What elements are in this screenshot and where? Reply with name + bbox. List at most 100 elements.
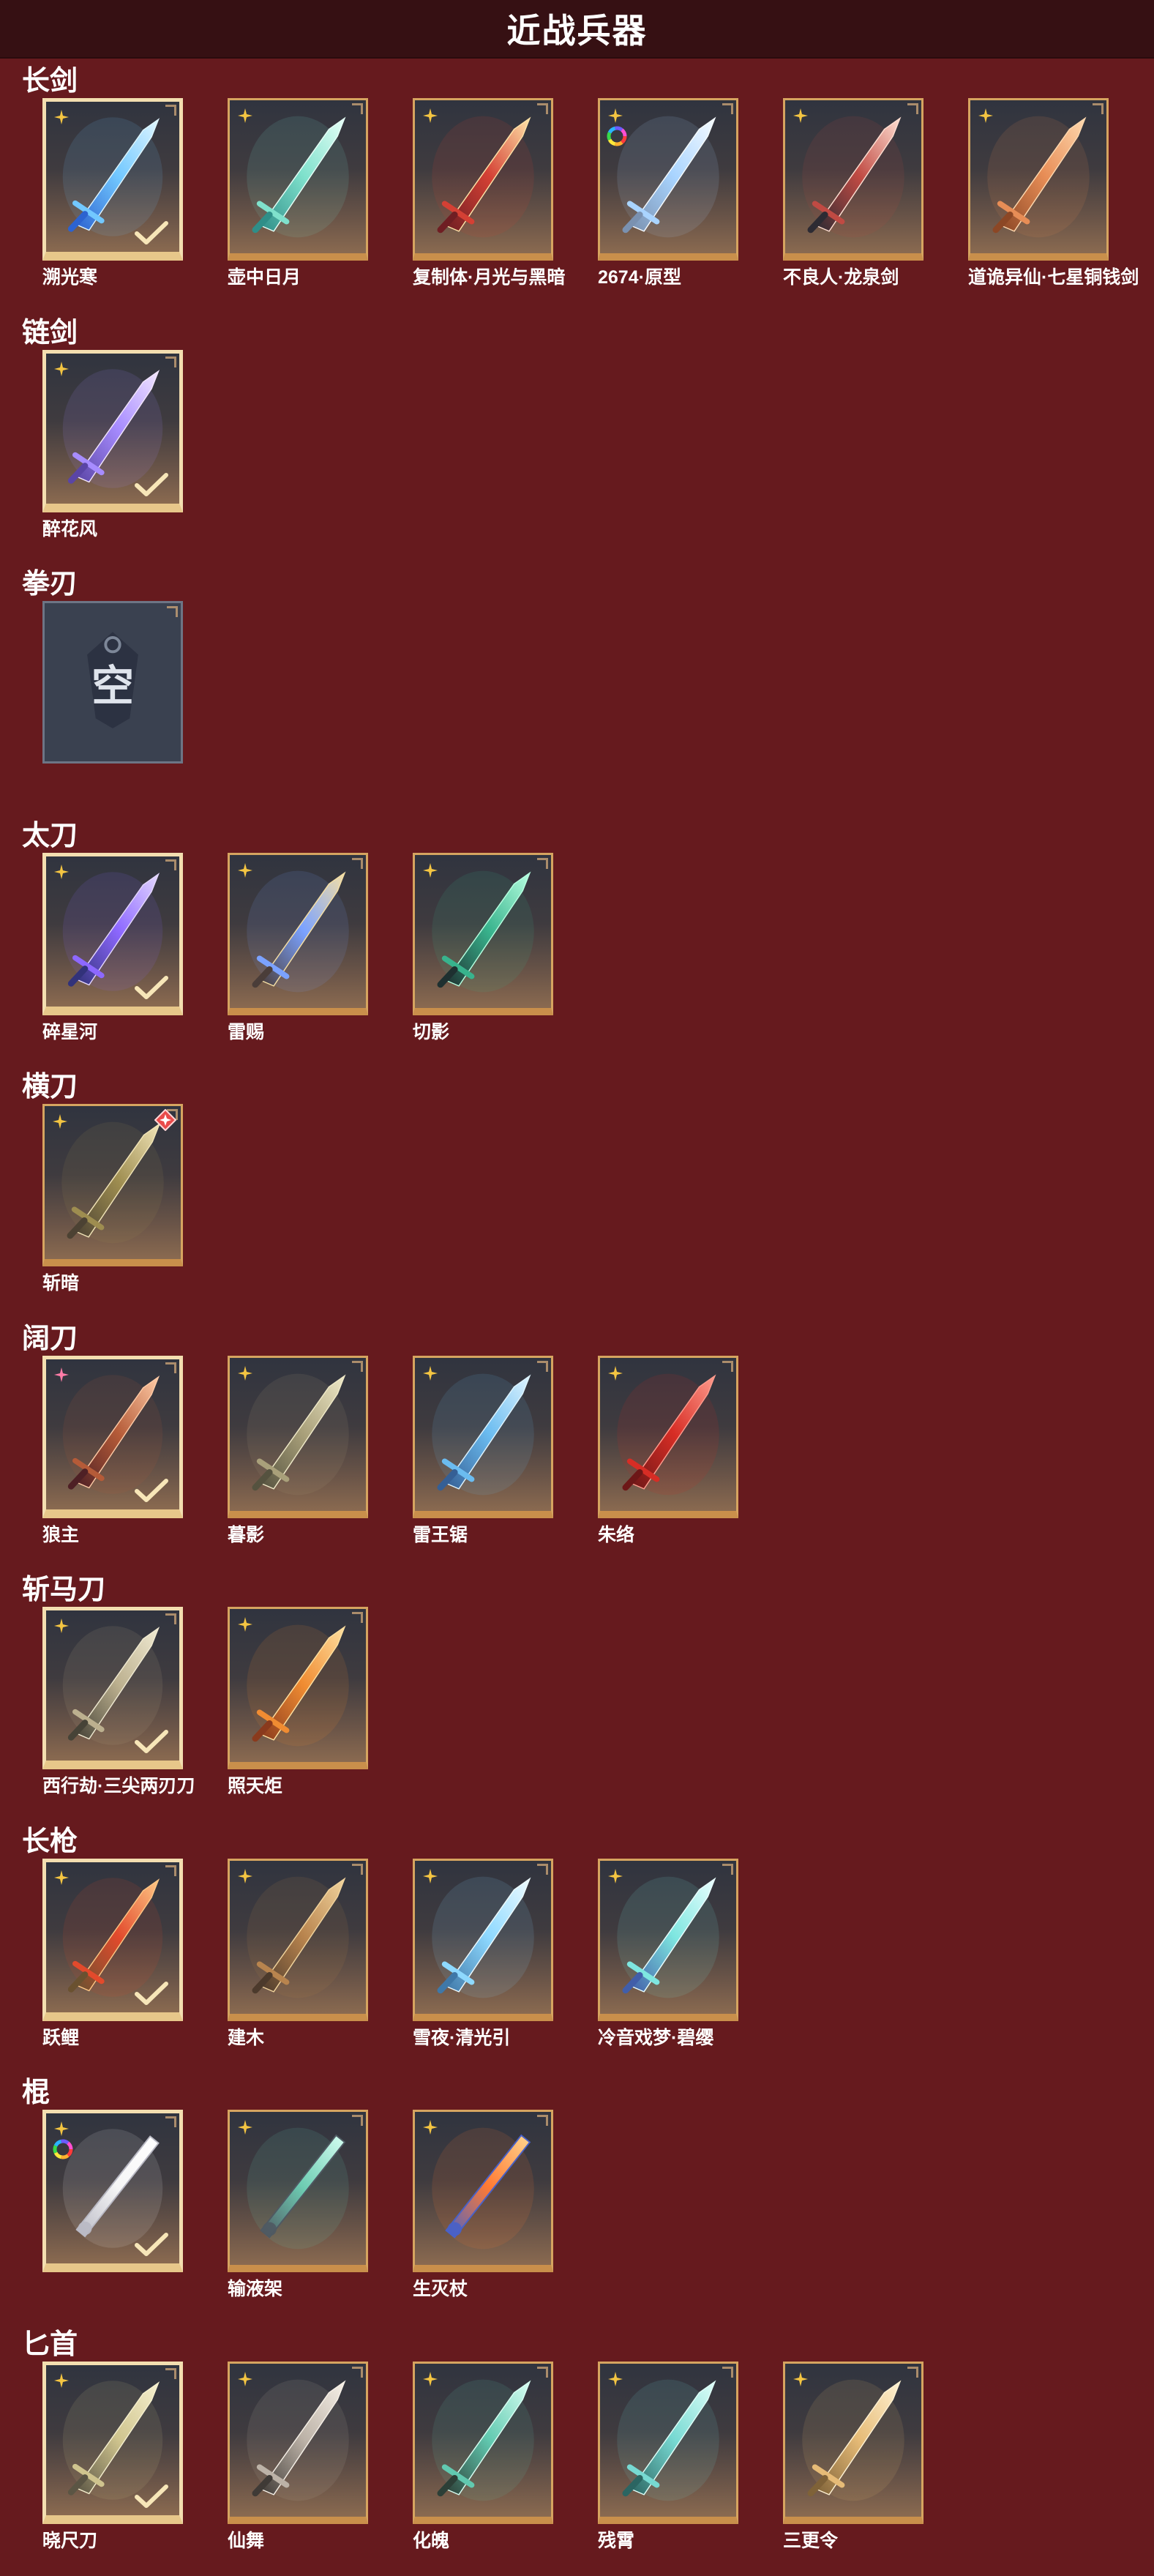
weapon-card[interactable]	[968, 98, 1109, 261]
weapon-name: 照天炬	[228, 1776, 283, 1796]
rainbow-ring-segment	[621, 128, 627, 137]
weapon-item[interactable]: 雪夜·清光引	[413, 1858, 553, 2049]
weapon-item[interactable]: 斩暗	[42, 1104, 183, 1294]
weapon-card[interactable]	[598, 2361, 738, 2524]
weapon-card[interactable]	[598, 1355, 738, 1518]
quality-star-icon	[608, 108, 623, 123]
weapon-item[interactable]: 壶中日月	[228, 98, 368, 288]
weapon-item[interactable]: 残霄	[598, 2361, 738, 2552]
weapon-item[interactable]: 2674·原型	[598, 98, 738, 288]
equipped-check-icon	[135, 472, 168, 496]
weapon-card[interactable]	[42, 98, 183, 261]
weapon-item[interactable]: 照天炬	[228, 1607, 368, 1797]
weapon-card[interactable]	[598, 98, 738, 261]
weapon-card[interactable]	[783, 98, 923, 261]
weapon-item[interactable]: 朱络	[598, 1355, 738, 1546]
rainbow-ring-icon	[53, 2139, 73, 2159]
weapon-item[interactable]: 化魄	[413, 2361, 553, 2552]
weapon-card[interactable]	[228, 2110, 368, 2272]
weapon-name: 切影	[413, 1021, 450, 1042]
weapon-card[interactable]	[228, 1355, 368, 1518]
weapon-item[interactable]: 溯光寒	[42, 98, 183, 288]
quality-star-shape	[238, 2371, 252, 2386]
weapon-card[interactable]	[598, 1858, 738, 2021]
weapon-item-row: 溯光寒 壶中日月 复制体·月光与黑暗 2674·原型 不良人·龙泉剑 道诡异仙·七星铜钱剑	[0, 98, 1154, 288]
weapon-card[interactable]	[228, 1858, 368, 2021]
weapon-item[interactable]: 复制体·月光与黑暗	[413, 98, 565, 288]
weapon-item[interactable]: 晓尺刀	[42, 2361, 183, 2552]
weapon-item[interactable]: 道诡异仙·七星铜钱剑	[968, 98, 1139, 288]
weapon-item[interactable]: 醉花风	[42, 349, 183, 540]
weapon-item[interactable]	[42, 2110, 183, 2300]
weapon-item[interactable]: 碎星河	[42, 852, 183, 1043]
rainbow-ring-segment	[607, 138, 616, 146]
weapon-card[interactable]	[783, 2361, 923, 2524]
weapon-item[interactable]: 冷音戏梦·碧缨	[598, 1858, 738, 2049]
weapon-name: 壶中日月	[228, 267, 301, 288]
weapon-name: 醉花风	[42, 518, 98, 540]
weapon-item[interactable]: 西行劫·三尖两刃刀	[42, 1607, 195, 1797]
weapon-item[interactable]: 切影	[413, 852, 553, 1043]
quality-star-shape	[54, 1619, 69, 1633]
weapon-card[interactable]	[42, 349, 183, 512]
weapon-item[interactable]: 雷王锯	[413, 1355, 553, 1546]
weapon-item[interactable]: 雷赐	[228, 852, 368, 1043]
quality-star-shape	[423, 1868, 438, 1884]
weapon-card[interactable]	[413, 1355, 553, 1518]
quality-star-icon	[793, 108, 808, 123]
rainbow-ring-segment	[53, 2145, 58, 2154]
weapon-item[interactable]: 跃鲤	[42, 1858, 183, 2049]
weapon-item[interactable]: 空	[42, 601, 183, 764]
weapon-item[interactable]: 暮影	[228, 1355, 368, 1546]
weapon-category-section: 横刀 斩暗	[0, 1064, 1154, 1316]
weapon-item[interactable]: 建木	[228, 1858, 368, 2049]
equipped-check-icon	[135, 221, 168, 244]
weapon-card[interactable]	[42, 1104, 183, 1266]
equipped-check-icon	[135, 1730, 168, 1753]
quality-star-shape	[54, 1367, 69, 1382]
weapon-item[interactable]: 三更令	[783, 2361, 923, 2552]
weapon-item-row: 西行劫·三尖两刃刀 照天炬	[0, 1607, 1154, 1797]
weapon-item-row: 醉花风	[0, 349, 1154, 540]
empty-slot-center: 空	[45, 603, 181, 761]
weapon-item[interactable]: 狼主	[42, 1355, 183, 1546]
weapon-card[interactable]	[42, 1355, 183, 1518]
weapon-item[interactable]: 仙舞	[228, 2361, 368, 2552]
quality-star-icon	[54, 110, 69, 124]
weapon-collection-page: 近战兵器 长剑 溯光寒 壶中日月 复制体·月光与黑暗 2674·原型 不良人·龙泉剑 道诡异…	[0, 0, 1154, 2576]
weapon-card[interactable]	[42, 852, 183, 1015]
weapon-card[interactable]	[42, 1858, 183, 2021]
category-title: 匕首	[22, 2329, 78, 2360]
weapon-card[interactable]	[413, 2361, 553, 2524]
weapon-name: 狼主	[42, 1524, 80, 1545]
weapon-card[interactable]	[42, 2110, 183, 2272]
weapon-category-section: 匕首晓尺刀 仙舞 化魄 残霄 三更令	[0, 2322, 1154, 2574]
weapon-item-row: 空	[0, 601, 1154, 764]
rainbow-ring-segment	[53, 2151, 62, 2159]
weapon-card[interactable]	[228, 1607, 368, 1769]
weapon-item[interactable]: 生灭杖	[413, 2110, 553, 2300]
weapon-card[interactable]	[42, 1607, 183, 1769]
weapon-card[interactable]	[42, 2361, 183, 2524]
quality-star-shape	[238, 108, 252, 123]
weapon-item-row: 跃鲤 建木 雪夜·清光引 冷音戏梦·碧缨	[0, 1858, 1154, 2049]
weapon-card[interactable]	[413, 2110, 553, 2272]
weapon-item-row: 狼主 暮影 雷王锯 朱络	[0, 1355, 1154, 1546]
weapon-name: 晓尺刀	[42, 2530, 98, 2551]
checkmark-stroke	[135, 1730, 168, 1753]
quality-star-icon	[53, 1114, 67, 1129]
weapon-card[interactable]	[413, 852, 553, 1015]
weapon-card[interactable]	[413, 98, 553, 261]
weapon-card[interactable]	[228, 2361, 368, 2524]
weapon-item[interactable]: 不良人·龙泉剑	[783, 98, 923, 288]
weapon-name: 建木	[228, 2027, 265, 2048]
weapon-category-section: 长剑 溯光寒 壶中日月 复制体·月光与黑暗 2674·原型 不良人·龙泉剑 道诡异仙·七星铜…	[0, 59, 1154, 310]
empty-weapon-slot[interactable]: 空	[42, 601, 183, 764]
weapon-card[interactable]	[228, 852, 368, 1015]
weapon-card[interactable]	[413, 1858, 553, 2021]
weapon-name: 仙舞	[228, 2530, 265, 2551]
weapon-category-section: 拳刃空	[0, 561, 1154, 813]
weapon-item[interactable]: 输液架	[228, 2110, 368, 2300]
weapon-card[interactable]	[228, 98, 368, 261]
weapon-category-section: 链剑 醉花风	[0, 310, 1154, 562]
